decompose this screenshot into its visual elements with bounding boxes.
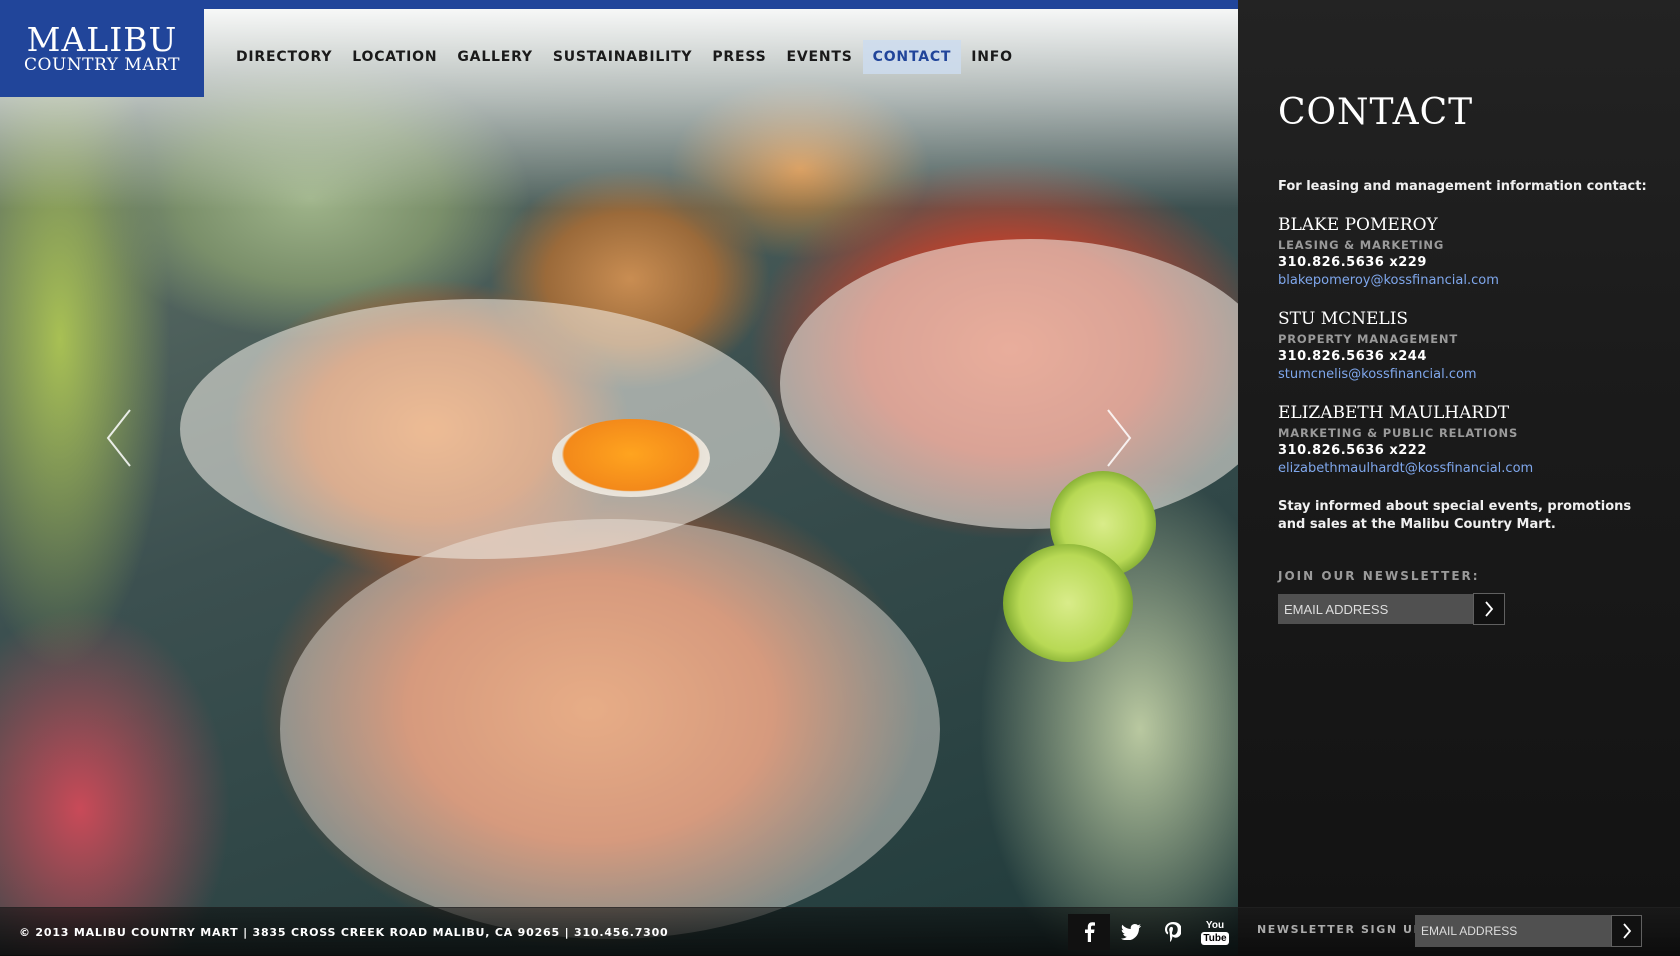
footer-newsletter-submit-button[interactable] <box>1611 915 1642 947</box>
youtube-icon-text: You <box>1205 919 1225 931</box>
newsletter-email-input[interactable] <box>1278 594 1473 624</box>
pinterest-link[interactable] <box>1152 914 1194 950</box>
chevron-right-icon <box>1107 409 1132 467</box>
newsletter-form <box>1278 593 1505 625</box>
twitter-link[interactable] <box>1110 914 1152 950</box>
site-logo[interactable]: MALIBU COUNTRY MART <box>0 9 204 97</box>
sauce-cup <box>552 419 710 497</box>
plate <box>280 519 940 939</box>
nav-contact[interactable]: CONTACT <box>862 40 962 74</box>
facebook-icon <box>1085 922 1095 942</box>
nav-sustainability[interactable]: SUSTAINABILITY <box>543 40 703 74</box>
chevron-left-icon <box>106 409 131 467</box>
contact-name: STU MCNELIS <box>1278 309 1409 329</box>
pinterest-icon <box>1165 922 1181 942</box>
contact-name: BLAKE POMEROY <box>1278 215 1438 235</box>
social-links: You Tube <box>1068 914 1236 950</box>
contact-card: BLAKE POMEROY LEASING & MARKETING 310.82… <box>1278 214 1499 290</box>
contact-role: LEASING & MARKETING <box>1278 238 1445 252</box>
lime-slice <box>1003 544 1133 662</box>
plate <box>180 299 780 559</box>
nav-location[interactable]: LOCATION <box>342 40 447 74</box>
slideshow-next-button[interactable] <box>1104 408 1134 468</box>
contact-role: MARKETING & PUBLIC RELATIONS <box>1278 426 1519 440</box>
contact-name: ELIZABETH MAULHARDT <box>1278 403 1510 423</box>
newsletter-submit-button[interactable] <box>1473 593 1505 625</box>
contact-phone: 310.826.5636 x229 <box>1278 255 1427 270</box>
nav-info[interactable]: INFO <box>961 40 1023 74</box>
top-accent-bar <box>0 0 1238 9</box>
contact-phone: 310.826.5636 x244 <box>1278 349 1427 364</box>
contact-role: PROPERTY MANAGEMENT <box>1278 332 1458 346</box>
contact-panel: CONTACT For leasing and management infor… <box>1238 0 1680 907</box>
footer-copyright: © 2013 MALIBU COUNTRY MART | 3835 CROSS … <box>19 926 669 939</box>
plate <box>780 239 1238 529</box>
nav-events[interactable]: EVENTS <box>777 40 863 74</box>
chevron-right-icon <box>1485 601 1494 617</box>
contact-intro: For leasing and management information c… <box>1278 179 1647 194</box>
main-nav: DIRECTORY LOCATION GALLERY SUSTAINABILIT… <box>226 40 1023 74</box>
contact-card: ELIZABETH MAULHARDT MARKETING & PUBLIC R… <box>1278 402 1533 478</box>
youtube-icon-text: Tube <box>1201 931 1229 945</box>
footer-newsletter-form <box>1415 915 1642 947</box>
youtube-link[interactable]: You Tube <box>1194 914 1236 950</box>
youtube-icon: You Tube <box>1201 919 1229 945</box>
footer-newsletter-label: NEWSLETTER SIGN UP: <box>1257 923 1430 936</box>
newsletter-blurb: Stay informed about special events, prom… <box>1278 499 1632 532</box>
twitter-icon <box>1121 924 1141 940</box>
contact-email-link[interactable]: stumcnelis@kossfinancial.com <box>1278 366 1477 384</box>
contact-phone: 310.826.5636 x222 <box>1278 443 1427 458</box>
chevron-right-icon <box>1622 923 1631 939</box>
nav-press[interactable]: PRESS <box>702 40 776 74</box>
contact-email-link[interactable]: elizabethmaulhardt@kossfinancial.com <box>1278 460 1533 478</box>
nav-directory[interactable]: DIRECTORY <box>226 40 342 74</box>
newsletter-label: JOIN OUR NEWSLETTER: <box>1278 569 1480 583</box>
contact-card: STU MCNELIS PROPERTY MANAGEMENT 310.826.… <box>1278 308 1477 384</box>
page-title: CONTACT <box>1278 92 1474 133</box>
contact-email-link[interactable]: blakepomeroy@kossfinancial.com <box>1278 272 1499 290</box>
footer-newsletter-email-input[interactable] <box>1415 915 1611 947</box>
facebook-link[interactable] <box>1068 914 1110 950</box>
nav-gallery[interactable]: GALLERY <box>447 40 542 74</box>
slideshow-prev-button[interactable] <box>104 408 134 468</box>
hero-food-photo <box>0 9 1238 955</box>
logo-line-1: MALIBU <box>26 20 178 59</box>
logo-line-2: COUNTRY MART <box>24 55 180 75</box>
